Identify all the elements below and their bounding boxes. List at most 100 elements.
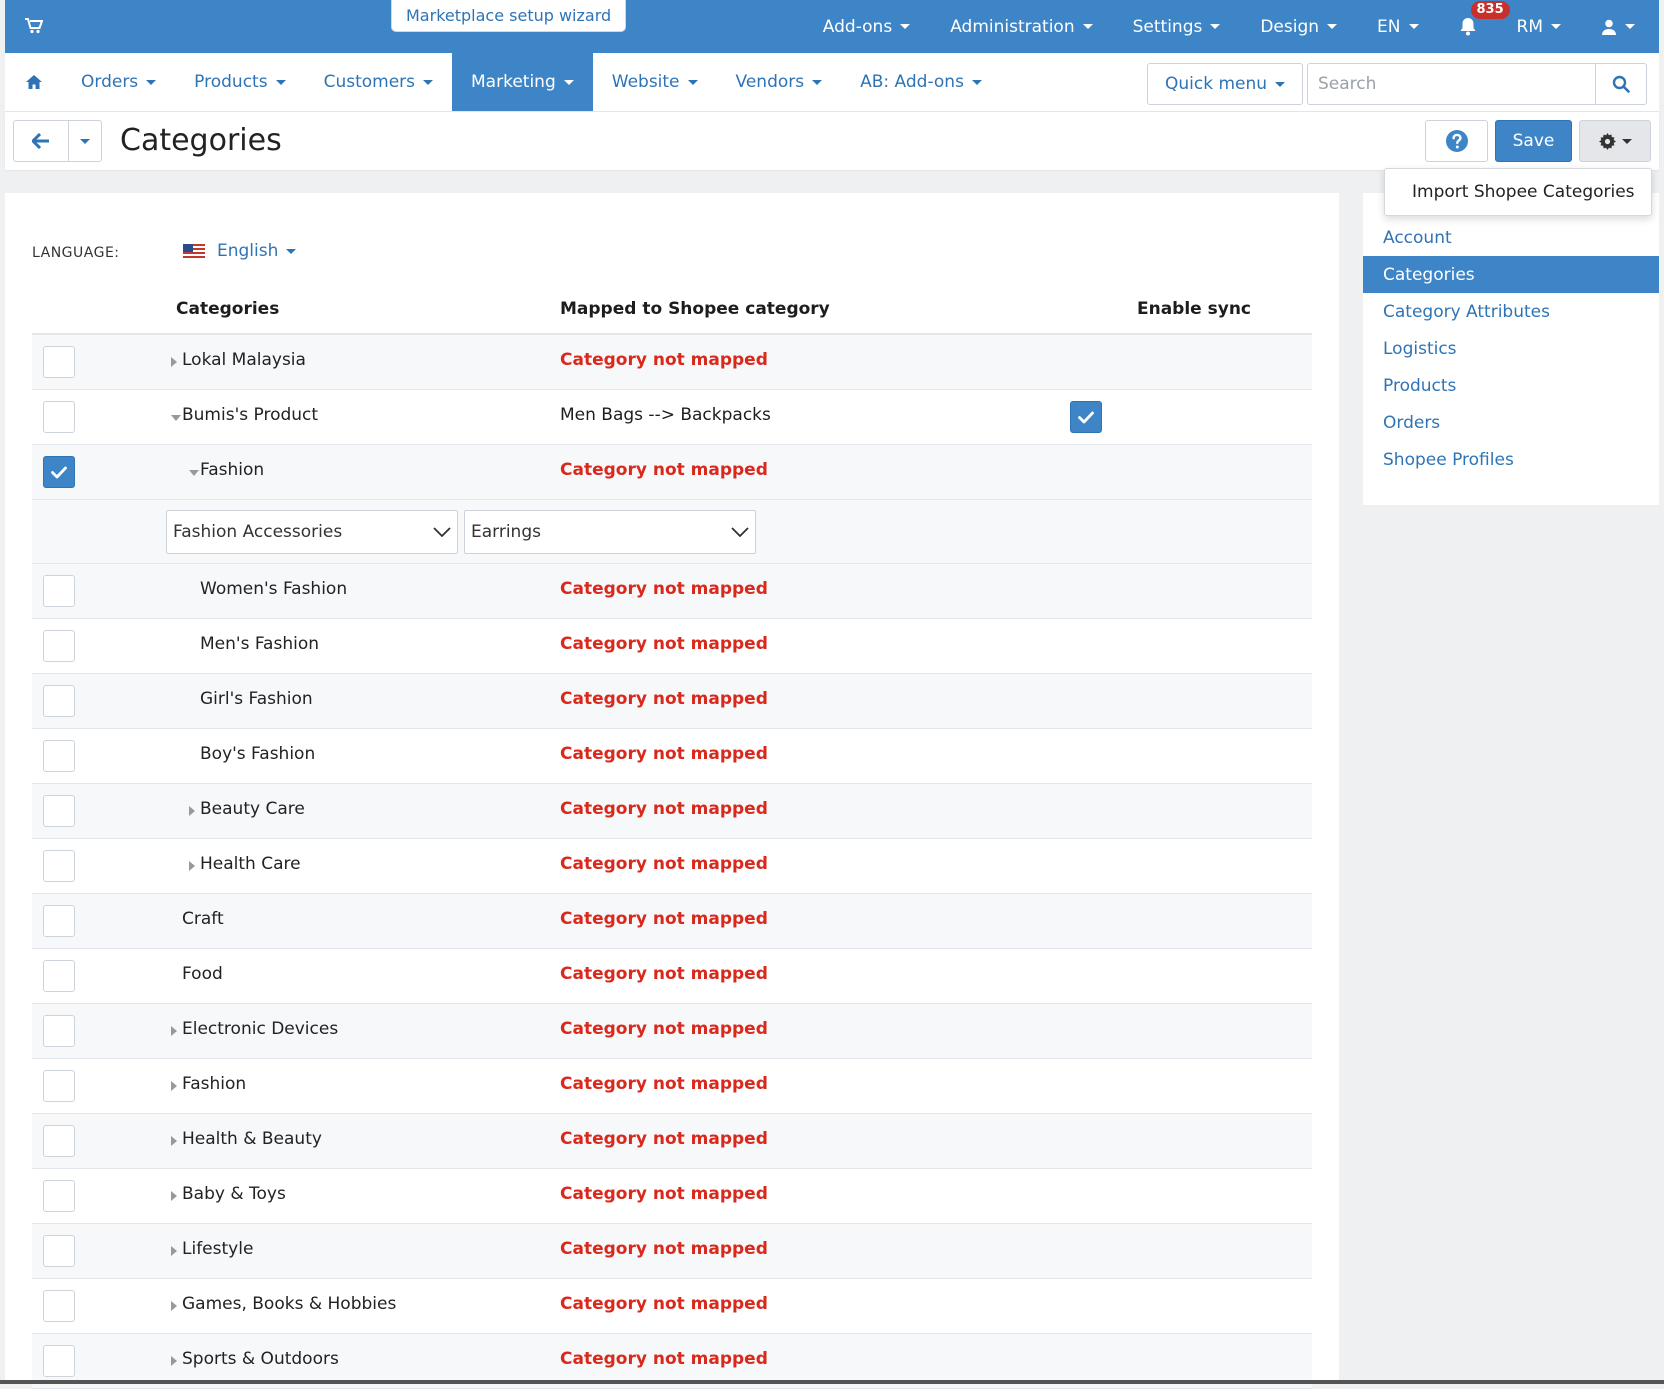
sidebar-item-products[interactable]: Products (1363, 367, 1659, 404)
category-name[interactable]: Electronic Devices (182, 1019, 338, 1039)
chevron-down-icon (1210, 24, 1221, 29)
chevron-down-icon (687, 79, 698, 85)
col-categories: Categories (176, 299, 280, 319)
category-name[interactable]: Boy's Fashion (200, 744, 315, 764)
row-checkbox[interactable] (43, 850, 75, 882)
nav-vendors[interactable]: Vendors (717, 53, 842, 111)
row-checkbox[interactable] (43, 685, 75, 717)
search-input[interactable] (1307, 63, 1595, 105)
cart-icon[interactable] (25, 18, 43, 34)
currency-label: RM (1516, 16, 1543, 37)
row-checkbox[interactable] (43, 1345, 75, 1377)
sidebar-item-categories[interactable]: Categories (1363, 256, 1659, 293)
caret-down-icon[interactable] (171, 415, 181, 421)
caret-right-icon[interactable] (171, 1081, 177, 1091)
category-name[interactable]: Men's Fashion (200, 634, 319, 654)
sidebar-item-orders[interactable]: Orders (1363, 404, 1659, 441)
import-shopee-categories-item[interactable]: Import Shopee Categories (1384, 168, 1652, 216)
shopee-subcategory-select[interactable]: Earrings (464, 510, 756, 554)
row-checkbox[interactable] (43, 1015, 75, 1047)
nav-marketing-label: Marketing (471, 72, 556, 92)
quick-menu-button[interactable]: Quick menu (1147, 63, 1303, 105)
row-checkbox[interactable] (43, 795, 75, 827)
caret-right-icon[interactable] (171, 1246, 177, 1256)
back-history-dropdown[interactable] (68, 120, 102, 162)
caret-right-icon[interactable] (189, 861, 195, 871)
caret-right-icon[interactable] (171, 1191, 177, 1201)
category-name[interactable]: Health & Beauty (182, 1129, 322, 1149)
row-checkbox[interactable] (43, 1290, 75, 1322)
addons-menu[interactable]: Add-ons (823, 17, 911, 37)
row-checkbox[interactable] (43, 1070, 75, 1102)
caret-right-icon[interactable] (189, 806, 195, 816)
enable-sync-checkbox[interactable] (1070, 401, 1102, 433)
chevron-down-icon (1625, 24, 1635, 29)
bell-icon (1459, 17, 1477, 36)
category-name[interactable]: Sports & Outdoors (182, 1349, 339, 1369)
row-checkbox[interactable] (43, 1125, 75, 1157)
help-button[interactable] (1425, 120, 1488, 162)
sidebar-item-category-attributes[interactable]: Category Attributes (1363, 293, 1659, 330)
nav-products-label: Products (194, 72, 268, 92)
caret-right-icon[interactable] (171, 1301, 177, 1311)
row-checkbox[interactable] (43, 740, 75, 772)
col-enable-sync: Enable sync (1137, 299, 1252, 319)
row-checkbox[interactable] (43, 630, 75, 662)
caret-right-icon[interactable] (171, 1026, 177, 1036)
row-checkbox[interactable] (43, 346, 75, 378)
sidebar-item-logistics[interactable]: Logistics (1363, 330, 1659, 367)
category-name[interactable]: Fashion (182, 1074, 246, 1094)
window-bottom-edge (0, 1380, 1664, 1384)
marketplace-wizard-button[interactable]: Marketplace setup wizard (391, 0, 627, 32)
category-name[interactable]: Baby & Toys (182, 1184, 286, 1204)
table-row: Electronic Devices Category not mapped (32, 1004, 1312, 1059)
language-selector[interactable]: English (183, 241, 297, 261)
language-menu[interactable]: EN (1377, 17, 1419, 37)
save-button[interactable]: Save (1495, 120, 1572, 162)
category-name[interactable]: Lokal Malaysia (182, 350, 306, 370)
caret-right-icon[interactable] (171, 1136, 177, 1146)
nav-home[interactable] (5, 53, 62, 111)
row-checkbox[interactable] (43, 401, 75, 433)
sidebar-item-shopee-profiles[interactable]: Shopee Profiles (1363, 441, 1659, 478)
category-name[interactable]: Girl's Fashion (200, 689, 313, 709)
user-menu[interactable] (1601, 19, 1635, 35)
category-name[interactable]: Health Care (200, 854, 301, 874)
nav-ab-addons[interactable]: AB: Add-ons (841, 53, 1001, 111)
design-menu[interactable]: Design (1260, 17, 1338, 37)
table-row: Men's Fashion Category not mapped (32, 619, 1312, 674)
row-checkbox[interactable] (43, 1235, 75, 1267)
category-name[interactable]: Games, Books & Hobbies (182, 1294, 396, 1314)
shopee-category-select[interactable]: Fashion Accessories (166, 510, 458, 554)
category-name[interactable]: Food (182, 964, 223, 984)
row-checkbox[interactable] (43, 960, 75, 992)
sidebar-item-account[interactable]: Account (1363, 219, 1659, 256)
nav-orders[interactable]: Orders (62, 53, 175, 111)
caret-right-icon[interactable] (171, 357, 177, 367)
settings-menu[interactable]: Settings (1133, 17, 1221, 37)
category-name[interactable]: Bumis's Product (182, 405, 318, 425)
row-checkbox[interactable] (43, 575, 75, 607)
currency-menu[interactable]: RM (1517, 17, 1561, 37)
nav-marketing[interactable]: Marketing (452, 53, 593, 111)
nav-website[interactable]: Website (593, 53, 717, 111)
category-name[interactable]: Lifestyle (182, 1239, 253, 1259)
row-checkbox[interactable] (43, 905, 75, 937)
nav-customers[interactable]: Customers (305, 53, 452, 111)
table-row: Girl's Fashion Category not mapped (32, 674, 1312, 729)
search-button[interactable] (1595, 63, 1647, 105)
administration-menu[interactable]: Administration (950, 17, 1093, 37)
settings-dropdown-button[interactable] (1579, 120, 1651, 162)
nav-products[interactable]: Products (175, 53, 304, 111)
back-button[interactable] (13, 120, 69, 162)
caret-right-icon[interactable] (171, 1356, 177, 1366)
table-row: Food Category not mapped (32, 949, 1312, 1004)
row-checkbox[interactable] (43, 1180, 75, 1212)
category-name[interactable]: Craft (182, 909, 224, 929)
category-name[interactable]: Women's Fashion (200, 579, 347, 599)
notifications-button[interactable]: 835 (1459, 1, 1510, 36)
category-name[interactable]: Fashion (200, 460, 264, 480)
caret-down-icon[interactable] (189, 470, 199, 476)
category-name[interactable]: Beauty Care (200, 799, 305, 819)
row-checkbox[interactable] (43, 456, 75, 488)
